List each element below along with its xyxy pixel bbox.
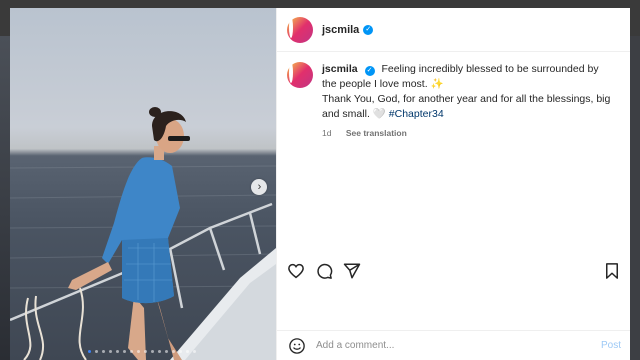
verified-badge-icon: ✓ [364,66,375,76]
carousel-dot [116,350,119,353]
photo-illustration [10,107,276,360]
author-username[interactable]: jscmila [322,24,359,36]
caption-username[interactable]: jscmila [322,63,358,75]
caption-line-1: Feeling incredibly blessed to be surroun… [322,63,599,90]
background-page-right [630,36,640,360]
carousel-next-button[interactable]: › [251,179,267,195]
post-details-panel: jscmila ✓ jscmila ✓ Feeling incredibly b… [276,8,630,360]
caption-line-2: Thank You, God, for another year and for… [322,93,611,120]
share-icon[interactable] [343,262,361,280]
carousel-dot [95,350,98,353]
see-translation-link[interactable]: See translation [346,128,407,138]
carousel-dot [123,350,126,353]
post-header: jscmila ✓ [277,8,630,52]
sparkle-emoji: ✨ [430,78,444,90]
post-timestamp[interactable]: 1d [322,128,331,138]
chevron-right-icon: › [257,180,262,193]
post-modal: › jscmila ✓ jscmila ✓ Feeling incredibly… [10,8,630,360]
carousel-dot [179,350,182,353]
carousel-dot [165,350,168,353]
action-bar [277,258,630,284]
carousel-dot [144,350,147,353]
carousel-dot [102,350,105,353]
carousel-dot [193,350,196,353]
comment-input[interactable] [316,340,576,351]
background-page-left [0,36,10,360]
author-avatar[interactable] [287,16,313,43]
comment-bar: Post [277,330,630,360]
carousel-dot [151,350,154,353]
carousel-indicator [88,350,196,353]
heart-icon[interactable] [287,262,305,280]
carousel-dot [88,350,91,353]
carousel-dot [137,350,140,353]
caption-avatar[interactable] [287,62,313,88]
carousel-dot [109,350,112,353]
carousel-dot [172,350,175,353]
hashtag-link[interactable]: #Chapter34 [389,108,444,120]
carousel-dot [130,350,133,353]
carousel-dot [186,350,189,353]
comment-icon[interactable] [315,262,333,280]
post-comment-button[interactable]: Post [601,340,621,351]
caption-meta: 1d See translation [322,126,614,141]
carousel-dot [158,350,161,353]
bookmark-icon[interactable] [603,262,621,280]
caption-text: jscmila ✓ Feeling incredibly blessed to … [322,62,614,122]
emoji-icon[interactable] [288,337,306,355]
verified-badge-icon: ✓ [363,24,374,35]
white-heart-emoji: 🤍 [372,108,386,120]
caption: jscmila ✓ Feeling incredibly blessed to … [287,62,617,141]
post-photo: › [10,8,276,360]
